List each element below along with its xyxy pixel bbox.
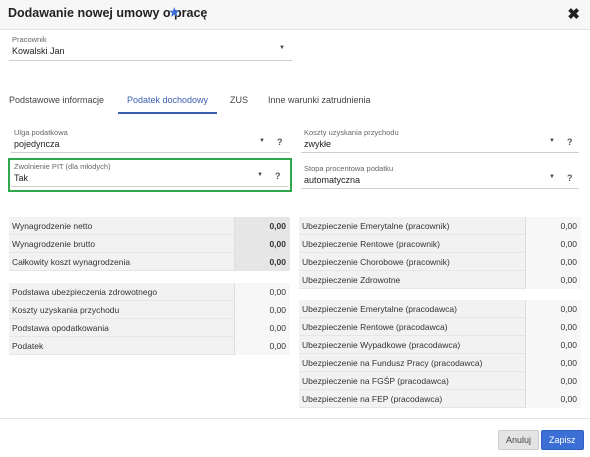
table-row: Ubezpieczenie na FGŚP (pracodawca) 0,00: [299, 372, 581, 390]
row-label: Ubezpieczenie Emerytalne (pracownik): [302, 221, 450, 231]
tax-rate-value: automatyczna: [304, 175, 361, 185]
dialog-footer: Anuluj Zapisz: [0, 418, 590, 457]
row-label: Wynagrodzenie netto: [12, 221, 93, 231]
row-label: Całkowity koszt wynagrodzenia: [12, 257, 131, 267]
pit-exemption-label: Zwolnienie PIT (dla młodych): [14, 162, 111, 171]
tab-income-tax[interactable]: Podatek dochodowy: [118, 92, 218, 114]
help-icon[interactable]: ?: [275, 171, 281, 181]
row-label: Ubezpieczenie Emerytalne (pracodawca): [302, 304, 457, 314]
favorite-star-icon[interactable]: ★: [168, 4, 181, 21]
help-icon[interactable]: ?: [567, 173, 573, 183]
row-value: 0,00: [560, 275, 577, 285]
table-row: Całkowity koszt wynagrodzenia 0,00: [9, 253, 290, 271]
chevron-down-icon: ▼: [257, 172, 263, 178]
row-value: 0,00: [560, 221, 577, 231]
employee-label: Pracownik: [12, 35, 47, 44]
tax-relief-select[interactable]: Ulga podatkowa pojedyncza ▼ ?: [11, 128, 290, 153]
chevron-down-icon: ▼: [279, 45, 285, 51]
employee-select[interactable]: Pracownik Kowalski Jan ▼: [9, 35, 292, 61]
row-value: 0,00: [269, 305, 286, 315]
row-value: 0,00: [560, 376, 577, 386]
table-row: Koszty uzyskania przychodu 0,00: [9, 301, 290, 319]
table-row: Ubezpieczenie Chorobowe (pracownik) 0,00: [299, 253, 581, 271]
table-row: Wynagrodzenie netto 0,00: [9, 217, 290, 235]
row-label: Ubezpieczenie Chorobowe (pracownik): [302, 257, 450, 267]
table-row: Ubezpieczenie na Fundusz Pracy (pracodaw…: [299, 354, 581, 372]
row-value: 0,00: [269, 239, 286, 249]
close-icon[interactable]: ✖: [567, 5, 580, 23]
tax-relief-label: Ulga podatkowa: [14, 128, 68, 137]
chevron-down-icon: ▼: [549, 174, 555, 180]
tax-rate-label: Stopa procentowa podatku: [304, 164, 394, 173]
row-label: Podatek: [12, 341, 44, 351]
table-row: Ubezpieczenie Emerytalne (pracownik) 0,0…: [299, 217, 581, 235]
save-button[interactable]: Zapisz: [541, 430, 584, 450]
row-label: Podstawa opodatkowania: [12, 323, 109, 333]
row-value: 0,00: [560, 340, 577, 350]
table-row: Ubezpieczenie Wypadkowe (pracodawca) 0,0…: [299, 336, 581, 354]
costs-label: Koszty uzyskania przychodu: [304, 128, 399, 137]
tax-summary-table: Podstawa ubezpieczenia zdrowotnego 0,00 …: [9, 283, 290, 355]
pit-exemption-select[interactable]: Zwolnienie PIT (dla młodych) Tak ▼ ?: [11, 162, 288, 187]
row-value: 0,00: [269, 221, 286, 231]
tab-zus[interactable]: ZUS: [230, 92, 248, 114]
row-value: 0,00: [560, 304, 577, 314]
row-label: Ubezpieczenie na Fundusz Pracy (pracodaw…: [302, 358, 483, 368]
row-label: Ubezpieczenie na FEP (pracodawca): [302, 394, 443, 404]
dialog-header: Dodawanie nowej umowy o pracę ★ ✖: [0, 0, 590, 30]
table-row: Wynagrodzenie brutto 0,00: [9, 235, 290, 253]
salary-summary-table: Wynagrodzenie netto 0,00 Wynagrodzenie b…: [9, 217, 290, 271]
chevron-down-icon: ▼: [259, 138, 265, 144]
row-value: 0,00: [269, 287, 286, 297]
row-value: 0,00: [269, 257, 286, 267]
row-label: Ubezpieczenie na FGŚP (pracodawca): [302, 376, 449, 386]
employee-value: Kowalski Jan: [12, 46, 65, 56]
employee-insurance-table: Ubezpieczenie Emerytalne (pracownik) 0,0…: [299, 217, 581, 289]
row-value: 0,00: [560, 394, 577, 404]
row-label: Podstawa ubezpieczenia zdrowotnego: [12, 287, 158, 297]
table-row: Ubezpieczenie Emerytalne (pracodawca) 0,…: [299, 300, 581, 318]
row-value: 0,00: [269, 323, 286, 333]
table-row: Ubezpieczenie Rentowe (pracownik) 0,00: [299, 235, 581, 253]
help-icon[interactable]: ?: [277, 137, 283, 147]
cancel-button[interactable]: Anuluj: [498, 430, 540, 450]
row-label: Ubezpieczenie Rentowe (pracodawca): [302, 322, 448, 332]
row-label: Ubezpieczenie Rentowe (pracownik): [302, 239, 440, 249]
row-value: 0,00: [560, 239, 577, 249]
table-row: Ubezpieczenie Rentowe (pracodawca) 0,00: [299, 318, 581, 336]
tax-relief-value: pojedyncza: [14, 139, 60, 149]
row-value: 0,00: [560, 358, 577, 368]
costs-select[interactable]: Koszty uzyskania przychodu zwykłe ▼ ?: [301, 128, 579, 153]
costs-value: zwykłe: [304, 139, 332, 149]
row-label: Wynagrodzenie brutto: [12, 239, 96, 249]
employer-insurance-table: Ubezpieczenie Emerytalne (pracodawca) 0,…: [299, 300, 581, 408]
help-icon[interactable]: ?: [567, 137, 573, 147]
table-row: Podstawa opodatkowania 0,00: [9, 319, 290, 337]
chevron-down-icon: ▼: [549, 138, 555, 144]
row-value: 0,00: [269, 341, 286, 351]
tab-other-conditions[interactable]: Inne warunki zatrudnienia: [268, 92, 371, 114]
table-row: Podstawa ubezpieczenia zdrowotnego 0,00: [9, 283, 290, 301]
table-row: Podatek 0,00: [9, 337, 290, 355]
row-value: 0,00: [560, 322, 577, 332]
row-value: 0,00: [560, 257, 577, 267]
pit-exemption-value: Tak: [14, 173, 29, 183]
tax-rate-select[interactable]: Stopa procentowa podatku automatyczna ▼ …: [301, 164, 579, 189]
row-label: Koszty uzyskania przychodu: [12, 305, 120, 315]
table-row: Ubezpieczenie Zdrowotne 0,00: [299, 271, 581, 289]
row-label: Ubezpieczenie Wypadkowe (pracodawca): [302, 340, 461, 350]
table-row: Ubezpieczenie na FEP (pracodawca) 0,00: [299, 390, 581, 408]
row-label: Ubezpieczenie Zdrowotne: [302, 275, 401, 285]
tab-basic-info[interactable]: Podstawowe informacje: [9, 92, 104, 114]
tab-bar: Podstawowe informacje Podatek dochodowy …: [0, 92, 590, 114]
